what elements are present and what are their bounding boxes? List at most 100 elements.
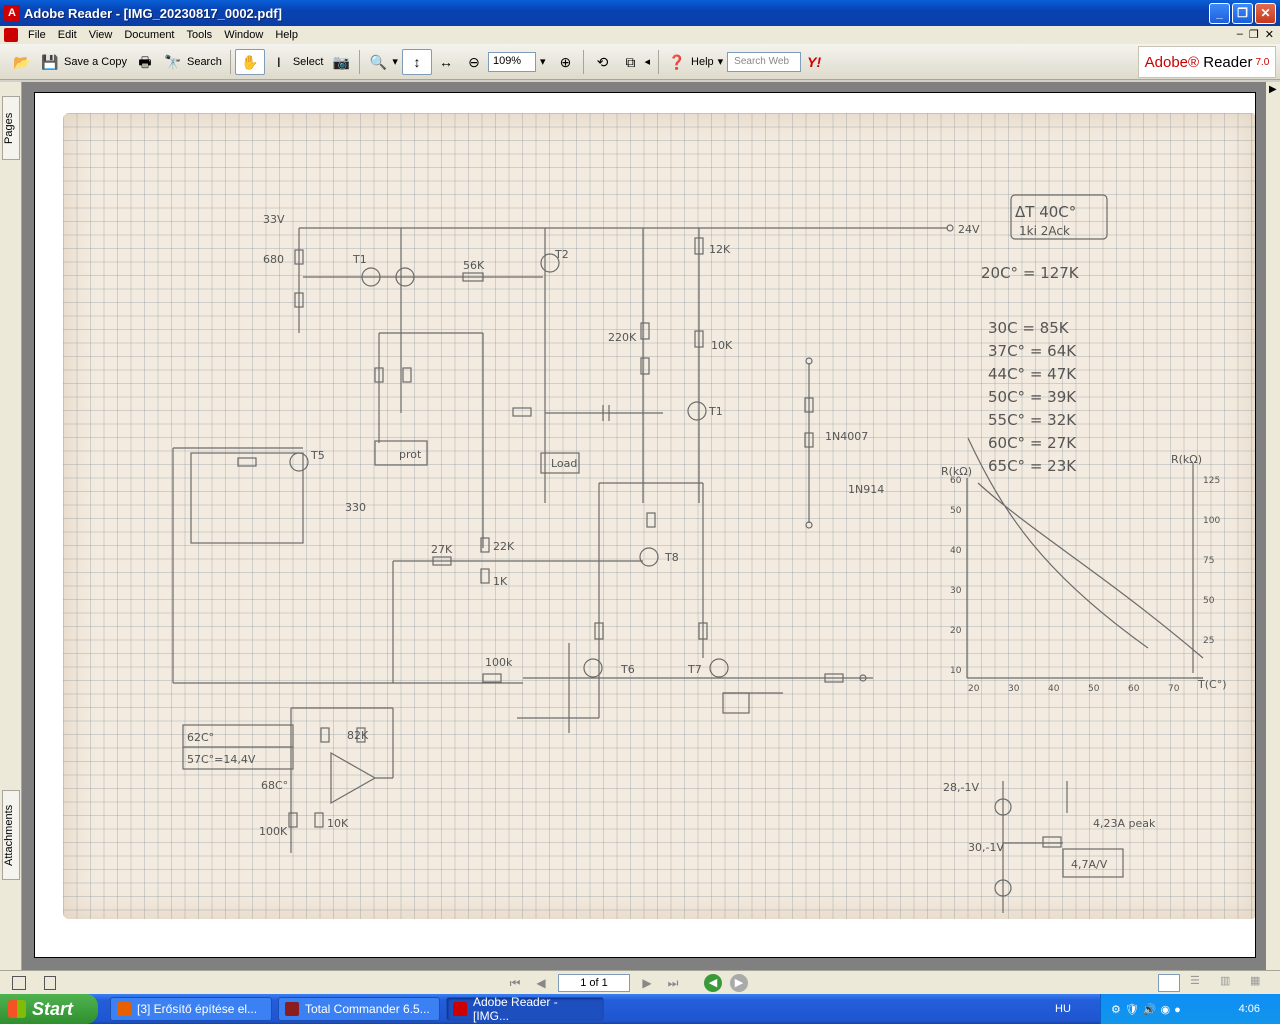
save-copy-label: Save a Copy [64, 55, 127, 68]
svg-text:1K: 1K [493, 575, 508, 588]
document-viewer[interactable]: 10 20 30 40 50 60 20 30 40 50 60 70 25 50 75 100 12… [22, 82, 1266, 970]
previous-page-button[interactable]: ◀ [532, 974, 550, 992]
continuous-facing-button[interactable]: ▦ [1250, 974, 1270, 992]
page-number-input[interactable]: 1 of 1 [558, 973, 630, 992]
taskbar-item-total-commander[interactable]: Total Commander 6.5... [278, 997, 440, 1021]
svg-text:220K: 220K [608, 331, 637, 344]
zoom-input[interactable]: 109% [487, 51, 536, 72]
camera-icon: 📷 [332, 53, 351, 70]
triangle-right-icon[interactable]: ▶ [1269, 84, 1277, 95]
facing-button[interactable]: ▥ [1220, 974, 1240, 992]
yahoo-icon[interactable]: Y! [807, 54, 821, 70]
print-button[interactable]: 🖶 [131, 49, 159, 75]
page-size-icon[interactable] [12, 975, 26, 990]
svg-text:40: 40 [950, 546, 962, 556]
svg-text:25: 25 [1203, 636, 1214, 646]
svg-text:10K: 10K [327, 817, 349, 830]
svg-text:56K: 56K [463, 259, 485, 272]
last-page-button[interactable]: ⏭ [664, 974, 682, 992]
menu-bar: File Edit View Document Tools Window Hel… [0, 26, 1280, 44]
help-icon: ❓ [668, 53, 686, 70]
taskbar-item-firefox[interactable]: [3] Erősítő építése el... [110, 997, 272, 1021]
svg-text:75: 75 [1203, 556, 1214, 566]
page-icon[interactable] [44, 975, 56, 990]
taskbar-item-adobe-reader[interactable]: Adobe Reader - [IMG... [446, 995, 604, 1023]
minimize-button[interactable]: _ [1209, 3, 1230, 24]
menu-file[interactable]: File [22, 29, 52, 41]
system-tray: HU ⚙🛡🔊◉● 4:06 [1055, 994, 1280, 1024]
svg-text:44C° = 47K: 44C° = 47K [988, 365, 1077, 383]
svg-text:Load: Load [551, 457, 577, 470]
hand-tool-button[interactable]: ✋ [234, 48, 265, 75]
zoom-in-button[interactable]: ⊕ [551, 49, 579, 75]
dropdown-arrow-icon: ▾ [392, 56, 398, 68]
fit-page-button[interactable]: ↕ [401, 48, 432, 75]
svg-text:330: 330 [345, 501, 366, 514]
menu-edit[interactable]: Edit [52, 29, 83, 41]
next-page-button[interactable]: ▶ [638, 974, 656, 992]
save-copy-button[interactable]: 💾 Save a Copy [36, 49, 131, 75]
rotate-button[interactable]: ⟲ [588, 49, 616, 75]
svg-text:68C°: 68C° [261, 779, 288, 792]
svg-text:20C° = 127K: 20C° = 127K [981, 264, 1080, 282]
snapshot-button[interactable]: 📷 [327, 49, 355, 75]
search-label: Search [186, 55, 222, 68]
svg-text:22K: 22K [493, 540, 515, 553]
doc-restore-button[interactable]: ❐ [1249, 28, 1259, 41]
open-button[interactable]: 📂 [8, 49, 36, 75]
svg-text:57C°=14,4V: 57C°=14,4V [187, 753, 256, 766]
pages-icon: ⧉ [625, 53, 636, 70]
help-button[interactable]: ❓ Help ▾ [663, 49, 727, 75]
document-icon[interactable] [4, 28, 18, 42]
attachments-tab[interactable]: Attachments [2, 790, 20, 880]
menu-document[interactable]: Document [118, 29, 180, 41]
single-page-button[interactable] [1158, 973, 1180, 992]
zoom-out-button[interactable]: ⊖ [460, 49, 488, 75]
tray-icons[interactable]: ⚙🛡🔊◉● [1111, 1003, 1185, 1016]
right-pane-toggle[interactable]: ▶ [1266, 82, 1280, 970]
svg-text:T8: T8 [664, 551, 679, 564]
plus-circle-icon: ⊕ [559, 53, 572, 70]
zoom-in-tool-button[interactable]: 🔍 ▾ [364, 49, 402, 75]
first-page-button[interactable]: ⏮ [506, 974, 524, 992]
toolbar-separator [359, 49, 361, 74]
close-button[interactable]: ✕ [1255, 3, 1276, 24]
doc-minimize-button[interactable]: – [1237, 28, 1243, 41]
svg-text:R(kΩ): R(kΩ) [1171, 453, 1202, 466]
select-tool-button[interactable]: I Select [265, 49, 328, 75]
continuous-button[interactable]: ☰ [1190, 974, 1210, 992]
zoom-dropdown-icon[interactable]: ▾ [540, 55, 546, 68]
svg-text:125: 125 [1203, 476, 1220, 486]
search-web-input[interactable]: Search Web [727, 51, 802, 72]
svg-text:55C° = 32K: 55C° = 32K [988, 411, 1077, 429]
minus-circle-icon: ⊖ [468, 53, 480, 70]
svg-text:30: 30 [1008, 684, 1020, 694]
toolbar-separator [229, 49, 231, 74]
maximize-button[interactable]: ❐ [1232, 3, 1253, 24]
menu-help[interactable]: Help [269, 29, 304, 41]
document-window-controls: – ❐ ✕ [1237, 28, 1274, 41]
forward-view-button[interactable]: ▶ [730, 973, 748, 992]
search-button[interactable]: 🔭 Search [159, 49, 226, 75]
menu-tools[interactable]: Tools [181, 29, 219, 41]
svg-text:33V: 33V [263, 213, 285, 226]
menu-view[interactable]: View [83, 29, 119, 41]
language-indicator[interactable]: HU [1055, 1003, 1071, 1015]
fit-width-button[interactable]: ↔ [432, 49, 460, 75]
back-view-button[interactable]: ◀ [704, 973, 722, 992]
svg-text:T7: T7 [687, 663, 702, 676]
svg-text:10K: 10K [711, 339, 733, 352]
rotate-icon: ⟲ [596, 53, 609, 70]
menu-window[interactable]: Window [218, 29, 269, 41]
svg-text:20: 20 [950, 626, 962, 636]
doc-close-button[interactable]: ✕ [1265, 28, 1274, 41]
page-layout-button[interactable]: ⧉ ◂ [616, 49, 654, 75]
clock[interactable]: 4:06 [1239, 1003, 1260, 1015]
svg-text:T1: T1 [352, 253, 367, 266]
start-button[interactable]: Start [0, 994, 98, 1024]
toolbar-separator [658, 49, 660, 74]
svg-text:100: 100 [1203, 516, 1220, 526]
svg-text:R(kΩ): R(kΩ) [941, 465, 972, 478]
floppy-icon: 💾 [41, 53, 59, 70]
pages-tab[interactable]: Pages [2, 96, 20, 160]
